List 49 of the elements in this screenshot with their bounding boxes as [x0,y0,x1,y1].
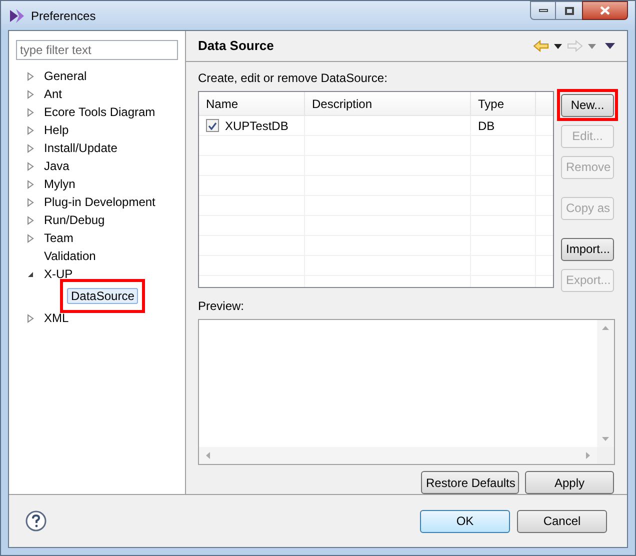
tree-item[interactable]: XML [44,309,69,327]
back-arrow-icon[interactable] [533,40,549,52]
window-title: Preferences [31,8,96,24]
tree-item[interactable]: Team [44,229,74,247]
tree-item[interactable]: Validation [44,247,96,265]
column-header[interactable]: Name [199,92,305,115]
page-title: Data Source [198,37,275,56]
side-button[interactable]: New... [561,94,614,116]
vertical-scrollbar[interactable] [597,320,614,447]
preview-label: Preview: [198,298,246,315]
page-button[interactable]: Restore Defaults [421,471,519,494]
tree-item[interactable]: Install/Update [44,139,118,157]
tree-item[interactable]: General [44,67,87,85]
checkbox[interactable] [206,119,219,132]
menu-icon[interactable] [605,43,615,49]
expand-icon[interactable] [27,314,34,322]
column-header[interactable]: Type [471,92,536,115]
tree-item[interactable]: Mylyn [44,175,76,193]
scrollbar-corner [597,447,614,464]
dialog-button[interactable]: OK [420,510,510,532]
scroll-right-icon[interactable] [586,452,590,459]
tree-item[interactable]: Java [44,157,70,175]
tree-item[interactable]: DataSource [67,288,138,304]
filter-field[interactable]: type filter text [16,40,178,60]
app-icon [9,8,25,24]
column-header[interactable]: Description [305,92,471,115]
page-button[interactable]: Apply [525,471,614,494]
maximize-button[interactable] [556,1,582,20]
help-icon[interactable] [25,510,47,532]
tree-item[interactable]: X-UP [44,265,73,283]
scroll-down-icon[interactable] [602,437,609,441]
scroll-left-icon[interactable] [206,452,210,459]
tree-item[interactable]: Ecore Tools Diagram [44,103,156,121]
tree-item[interactable]: Plug-in Development [44,193,156,211]
close-icon [600,6,610,15]
table-cell-text: XUPTestDB [225,118,288,134]
horizontal-scrollbar[interactable] [199,447,597,464]
table-cell-text: DB [478,118,495,134]
tree-item[interactable]: Ant [44,85,62,103]
collapse-icon[interactable] [27,270,34,278]
side-button[interactable]: Import... [561,238,614,260]
close-button[interactable] [582,1,628,20]
minimize-button[interactable] [530,1,556,20]
dropdown-icon[interactable] [554,44,562,48]
tree-item[interactable]: Help [44,121,69,139]
description-text: Create, edit or remove DataSource: [198,70,388,87]
scroll-up-icon[interactable] [602,326,609,330]
dialog-button[interactable]: Cancel [517,510,607,532]
tree-item[interactable]: Run/Debug [44,211,105,229]
